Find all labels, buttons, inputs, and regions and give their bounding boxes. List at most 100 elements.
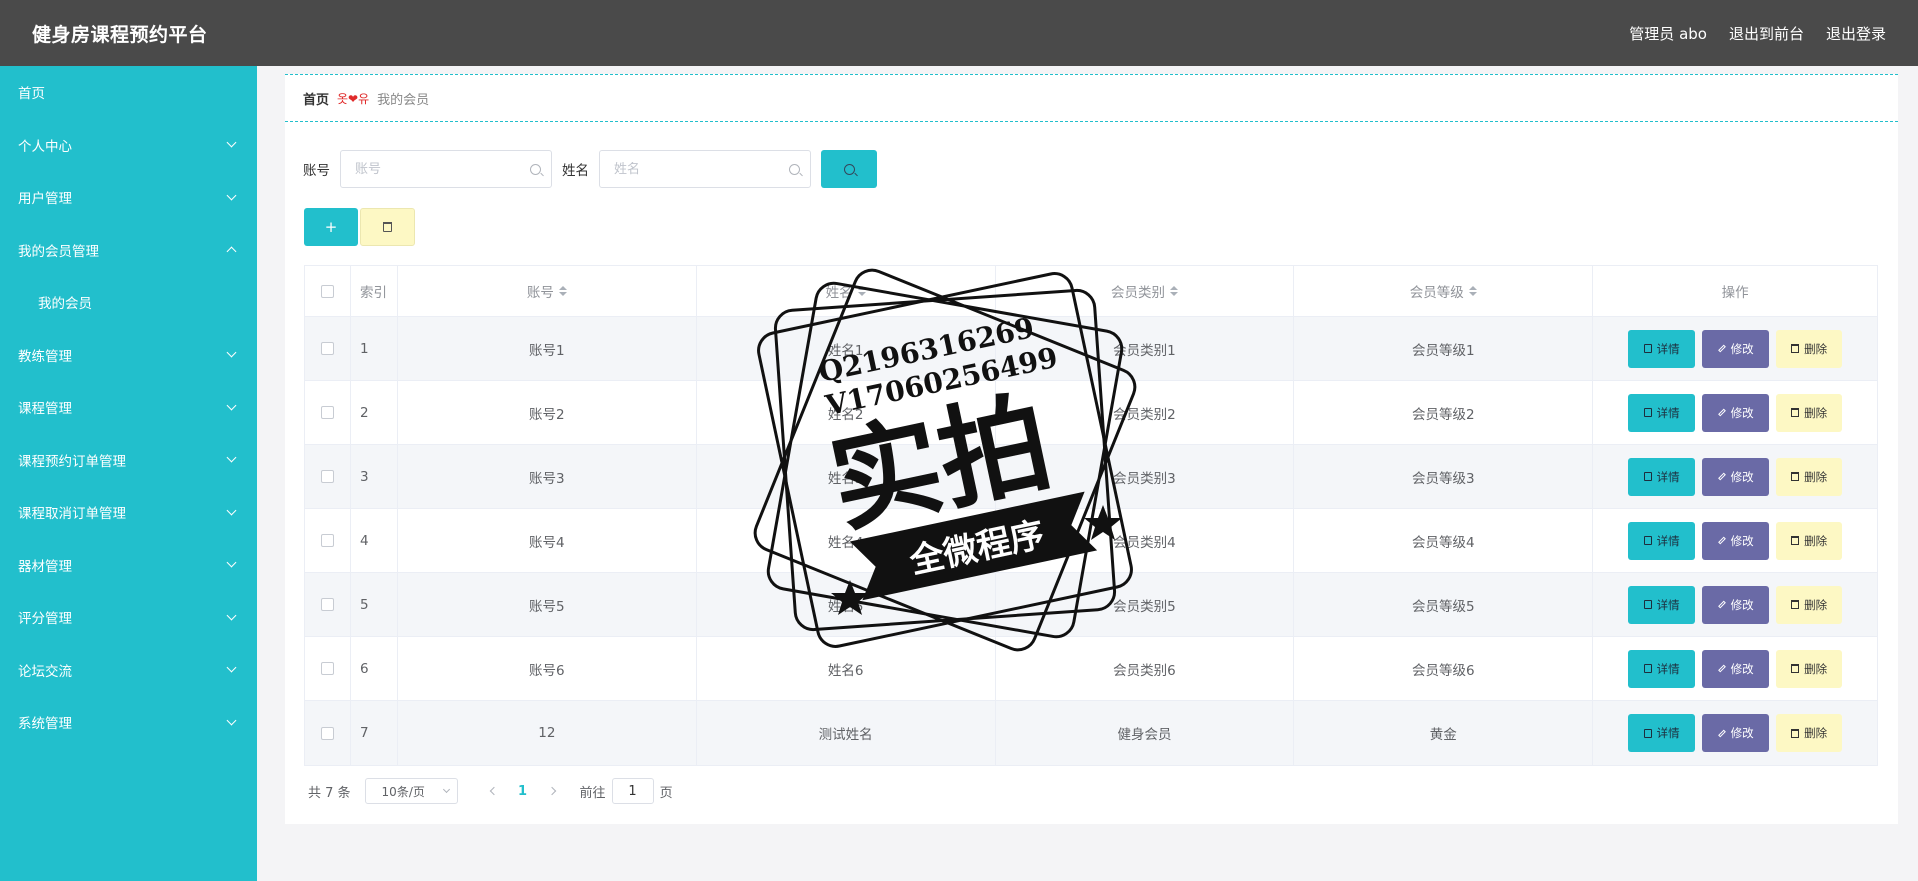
delete-button[interactable]: 删除 — [1776, 329, 1843, 368]
edit-button[interactable]: 修改 — [1702, 521, 1770, 560]
sidebar-item-forum[interactable]: 论坛交流 — [0, 644, 257, 697]
cell-type: 会员类别6 — [996, 637, 1295, 700]
edit-button[interactable]: 修改 — [1702, 457, 1770, 496]
name-label: 姓名 — [562, 163, 589, 179]
pencil-icon — [1717, 536, 1726, 545]
cell-index: 6 — [351, 637, 398, 700]
page-number-current[interactable]: 1 — [508, 784, 538, 799]
delete-label: 删除 — [1804, 597, 1828, 612]
detail-label: 详情 — [1656, 341, 1680, 356]
column-header-account[interactable]: 账号 — [398, 266, 697, 316]
column-header-name[interactable]: 姓名 — [697, 266, 996, 316]
prev-page-button[interactable] — [480, 786, 508, 796]
sidebar-item-my-members[interactable]: 我的会员 — [0, 276, 257, 329]
pagination: 共 7 条 10条/页 1 前往 页 — [308, 778, 673, 804]
chevron-down-icon — [442, 785, 450, 794]
edit-label: 修改 — [1730, 726, 1754, 740]
cell-ops: 详情 修改 删除 — [1593, 637, 1877, 700]
row-checkbox[interactable] — [320, 726, 334, 740]
row-checkbox[interactable] — [320, 598, 334, 611]
sidebar-item-booking-orders[interactable]: 课程预约订单管理 — [0, 434, 257, 487]
edit-button[interactable]: 修改 — [1702, 329, 1770, 368]
delete-button[interactable]: 删除 — [1776, 521, 1843, 560]
top-header: 健身房课程预约平台 管理员 abo 退出到前台 退出登录 — [0, 0, 1918, 66]
cell-level: 黄金 — [1294, 701, 1594, 765]
goto-page-input[interactable] — [611, 778, 654, 804]
breadcrumb-home[interactable]: 首页 — [303, 89, 329, 108]
delete-button[interactable]: 删除 — [1776, 457, 1843, 496]
row-checkbox[interactable] — [320, 406, 334, 419]
edit-button[interactable]: 修改 — [1702, 393, 1770, 432]
trash-icon — [383, 222, 392, 232]
sidebar-item-coach-management[interactable]: 教练管理 — [0, 329, 257, 382]
chevron-left-icon — [489, 786, 498, 796]
cell-ops: 详情 修改 删除 — [1593, 317, 1877, 380]
search-button[interactable] — [821, 150, 877, 188]
sidebar-item-user-management[interactable]: 用户管理 — [0, 171, 257, 224]
column-header-ops: 操作 — [1721, 285, 1749, 301]
row-checkbox[interactable] — [320, 534, 334, 547]
logout-link[interactable]: 退出登录 — [1826, 23, 1886, 44]
detail-label: 详情 — [1656, 661, 1680, 676]
pencil-icon — [1717, 408, 1726, 417]
select-all-cell — [305, 266, 351, 316]
cell-type: 健身会员 — [996, 701, 1295, 765]
account-search-input[interactable] — [355, 161, 515, 177]
delete-button[interactable]: 删除 — [1776, 585, 1843, 624]
cell-ops: 详情 修改 删除 — [1593, 701, 1877, 765]
delete-button[interactable]: 删除 — [1776, 714, 1843, 752]
row-checkbox[interactable] — [320, 342, 334, 355]
detail-button[interactable]: 详情 — [1628, 649, 1696, 688]
current-user[interactable]: 管理员 abo — [1629, 23, 1707, 44]
sidebar-item-home[interactable]: 首页 — [0, 66, 257, 119]
row-checkbox[interactable] — [320, 662, 334, 675]
cell-level: 会员等级2 — [1294, 381, 1594, 444]
column-header-label: 姓名 — [825, 285, 853, 301]
column-header-level[interactable]: 会员等级 — [1294, 266, 1594, 316]
sort-icon[interactable] — [1169, 286, 1178, 296]
next-page-button[interactable] — [538, 786, 566, 796]
sort-icon[interactable] — [558, 286, 567, 296]
sidebar-item-equipment-management[interactable]: 器材管理 — [0, 539, 257, 592]
document-icon — [1643, 664, 1652, 673]
delete-label: 删除 — [1804, 661, 1828, 676]
sidebar-item-cancel-orders[interactable]: 课程取消订单管理 — [0, 486, 257, 539]
delete-button[interactable]: 删除 — [1776, 649, 1843, 688]
cell-account: 账号1 — [398, 317, 697, 380]
sidebar-item-rating-management[interactable]: 评分管理 — [0, 591, 257, 644]
detail-button[interactable]: 详情 — [1628, 457, 1696, 496]
trash-icon — [1791, 600, 1800, 609]
pencil-icon — [1717, 344, 1726, 353]
edit-button[interactable]: 修改 — [1702, 585, 1770, 624]
detail-button[interactable]: 详情 — [1628, 521, 1696, 560]
sidebar-item-label: 课程管理 — [18, 401, 72, 418]
sort-icon[interactable] — [857, 286, 866, 296]
detail-button[interactable]: 详情 — [1628, 585, 1696, 624]
exit-to-front-link[interactable]: 退出到前台 — [1729, 23, 1804, 44]
detail-button[interactable]: 详情 — [1628, 714, 1696, 752]
detail-button[interactable]: 详情 — [1628, 393, 1696, 432]
row-checkbox[interactable] — [320, 470, 334, 483]
sidebar-item-member-management[interactable]: 我的会员管理 — [0, 224, 257, 277]
edit-button[interactable]: 修改 — [1702, 714, 1770, 752]
cell-level: 会员等级6 — [1294, 637, 1594, 700]
sort-icon[interactable] — [1468, 286, 1477, 296]
page-size-select[interactable]: 10条/页 — [364, 778, 458, 804]
chevron-down-icon — [226, 610, 237, 621]
sidebar-item-system-management[interactable]: 系统管理 — [0, 696, 257, 749]
batch-delete-button[interactable] — [360, 208, 415, 246]
document-icon — [1643, 344, 1652, 353]
sidebar-item-course-management[interactable]: 课程管理 — [0, 381, 257, 434]
cell-name: 姓名6 — [697, 637, 996, 700]
select-all-checkbox[interactable] — [320, 284, 334, 298]
detail-button[interactable]: 详情 — [1628, 329, 1696, 368]
column-header-type[interactable]: 会员类别 — [996, 266, 1295, 316]
cell-ops: 详情 修改 删除 — [1593, 445, 1877, 508]
pencil-icon — [1717, 600, 1726, 609]
table-row: 6 账号6 姓名6 会员类别6 会员等级6 详情 修改 删除 — [305, 637, 1877, 701]
delete-button[interactable]: 删除 — [1776, 393, 1843, 432]
sidebar-item-personal-center[interactable]: 个人中心 — [0, 119, 257, 172]
add-button[interactable]: + — [304, 208, 358, 246]
name-search-input[interactable] — [614, 161, 774, 177]
edit-button[interactable]: 修改 — [1702, 649, 1770, 688]
